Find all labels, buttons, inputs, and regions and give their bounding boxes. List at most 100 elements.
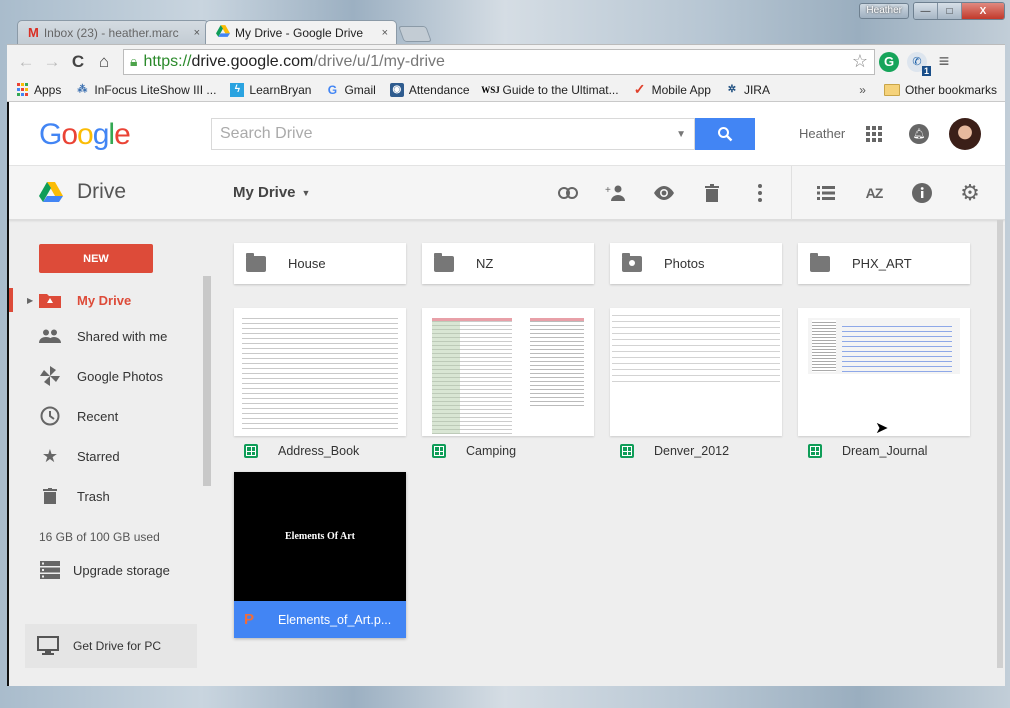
- close-tab-icon[interactable]: ×: [194, 27, 200, 39]
- sort-az-icon[interactable]: AZ: [861, 180, 887, 206]
- bookmark-label: Gmail: [344, 82, 376, 97]
- file-item[interactable]: Address_Book: [234, 308, 406, 466]
- sidebar-item-label: Starred: [77, 448, 120, 464]
- slide-thumbnail: Elements Of Art: [234, 472, 406, 601]
- notifications-bell-icon[interactable]: 🔔︎: [909, 124, 929, 144]
- sidebar-item-google-photos[interactable]: Google Photos: [9, 358, 205, 394]
- get-drive-for-pc-button[interactable]: Get Drive for PC: [25, 624, 197, 668]
- bookmark-infocus[interactable]: ⁂ InFocus LiteShow III ...: [75, 83, 216, 97]
- preview-eye-icon[interactable]: [651, 180, 677, 206]
- google-logo[interactable]: Google: [39, 118, 131, 152]
- account-name[interactable]: Heather: [799, 126, 845, 141]
- profile-button[interactable]: Heather: [859, 3, 909, 19]
- get-drive-label: Get Drive for PC: [73, 639, 162, 653]
- sidebar-item-my-drive[interactable]: ▶ My Drive: [9, 282, 205, 318]
- forward-button[interactable]: →: [39, 52, 65, 72]
- close-tab-icon[interactable]: ×: [382, 27, 388, 39]
- other-bookmarks-folder[interactable]: Other bookmarks: [883, 83, 997, 97]
- sidebar-item-label: Recent: [77, 408, 119, 424]
- bookmark-mobile-app[interactable]: ✓ Mobile App: [633, 81, 711, 97]
- file-thumbnail: [610, 308, 782, 436]
- google-icon: G: [327, 82, 338, 97]
- folder-icon: [883, 83, 900, 96]
- file-name: Denver_2012: [654, 444, 730, 458]
- folder-item[interactable]: House: [234, 243, 406, 284]
- expand-arrow-icon[interactable]: ▶: [27, 296, 33, 305]
- share-add-person-icon[interactable]: +: [603, 180, 629, 206]
- info-icon[interactable]: [909, 180, 935, 206]
- bookmark-apps[interactable]: Apps: [15, 83, 61, 97]
- slide-title: Elements Of Art: [285, 531, 355, 542]
- folder-name: Photos: [664, 256, 705, 271]
- drive-toolbar: Drive My Drive ▼ + AZ ⚙: [9, 166, 1005, 220]
- phone-extension[interactable]: ✆ 1: [903, 51, 931, 76]
- trash-icon[interactable]: [699, 180, 725, 206]
- powerpoint-icon: P: [244, 611, 255, 628]
- toolbar-divider: [791, 166, 792, 220]
- chevron-down-icon: ▼: [301, 187, 311, 198]
- location-dropdown[interactable]: My Drive ▼: [233, 184, 310, 201]
- bookmark-learnbryan[interactable]: ϟ LearnBryan: [230, 82, 311, 97]
- more-actions-icon[interactable]: [747, 180, 773, 206]
- file-item-selected[interactable]: Elements Of Art P Elements_of_Art.p...: [234, 472, 406, 638]
- avatar[interactable]: [949, 118, 981, 150]
- get-link-icon[interactable]: [555, 180, 581, 206]
- folder-icon: [246, 252, 266, 272]
- bookmark-wsj-guide[interactable]: WSJ Guide to the Ultimat...: [481, 83, 618, 97]
- content-scrollbar[interactable]: [997, 220, 1003, 668]
- file-item[interactable]: Camping: [422, 308, 594, 466]
- window-controls: Heather — □ X: [859, 2, 1005, 20]
- folder-item[interactable]: Photos: [610, 243, 782, 284]
- tab-label: Inbox (23) - heather.marc: [43, 25, 179, 40]
- folder-item[interactable]: PHX_ART: [798, 243, 970, 284]
- sidebar-scrollbar[interactable]: [203, 276, 211, 486]
- file-item[interactable]: Dream_Journal: [798, 308, 970, 466]
- file-item[interactable]: Denver_2012: [610, 308, 782, 466]
- close-window-button[interactable]: X: [962, 3, 1004, 19]
- bookmark-attendance[interactable]: ◉ Attendance: [389, 82, 470, 97]
- upgrade-storage-link[interactable]: Upgrade storage: [9, 552, 205, 588]
- bookmark-gmail[interactable]: G Gmail: [325, 82, 376, 97]
- bookmark-label: JIRA: [743, 82, 770, 97]
- storage-usage-text: 16 GB of 100 GB used: [39, 530, 160, 544]
- sidebar-item-starred[interactable]: ★ Starred: [9, 438, 205, 474]
- search-options-dropdown-icon[interactable]: ▼: [676, 129, 686, 140]
- bookmark-jira[interactable]: ✲ JIRA: [725, 83, 770, 97]
- folder-item[interactable]: NZ: [422, 243, 594, 284]
- file-name: Elements_of_Art.p...: [278, 612, 392, 627]
- tab-gmail[interactable]: M Inbox (23) - heather.marc ×: [17, 20, 209, 44]
- google-apps-icon[interactable]: [866, 126, 882, 142]
- drive-icon: [216, 25, 230, 40]
- back-button[interactable]: ←: [13, 52, 39, 72]
- bookmark-star-icon[interactable]: ☆: [852, 51, 868, 72]
- browser-window: Heather — □ X M Inbox (23) - heather.mar…: [7, 0, 1005, 704]
- sidebar-item-trash[interactable]: Trash: [9, 478, 205, 514]
- bolt-icon: ϟ: [230, 82, 245, 97]
- grammarly-extension[interactable]: G: [875, 51, 903, 72]
- home-button[interactable]: ⌂: [91, 52, 117, 72]
- new-tab-button[interactable]: [398, 26, 432, 42]
- maximize-button[interactable]: □: [938, 3, 962, 19]
- search-drive-input[interactable]: Search Drive ▼: [211, 118, 695, 150]
- search-button[interactable]: [695, 118, 755, 150]
- apps-icon: [15, 83, 29, 97]
- list-view-icon[interactable]: [813, 180, 839, 206]
- sidebar-item-recent[interactable]: Recent: [9, 398, 205, 434]
- new-button[interactable]: NEW: [39, 244, 153, 273]
- tab-google-drive[interactable]: My Drive - Google Drive ×: [205, 20, 397, 44]
- address-bar[interactable]: 🔒︎ https:// drive.google.com /drive/u/1/…: [123, 48, 875, 75]
- sidebar-item-shared-with-me[interactable]: Shared with me: [9, 318, 205, 354]
- reload-button[interactable]: C: [65, 52, 91, 72]
- bookmarks-bar: Apps ⁂ InFocus LiteShow III ... ϟ LearnB…: [7, 78, 1005, 102]
- more-bookmarks-button[interactable]: »: [859, 83, 866, 97]
- file-thumbnail: [234, 308, 406, 436]
- folder-name: NZ: [476, 256, 494, 271]
- bookmark-label: Attendance: [408, 82, 470, 97]
- sheets-icon: [244, 444, 258, 458]
- chrome-menu-icon[interactable]: ≡: [931, 51, 957, 72]
- mouse-cursor: ➤: [875, 420, 889, 437]
- minimize-button[interactable]: —: [914, 3, 938, 19]
- sidebar-item-label: Trash: [77, 488, 110, 504]
- settings-gear-icon[interactable]: ⚙: [957, 180, 983, 206]
- folder-name: House: [288, 256, 326, 271]
